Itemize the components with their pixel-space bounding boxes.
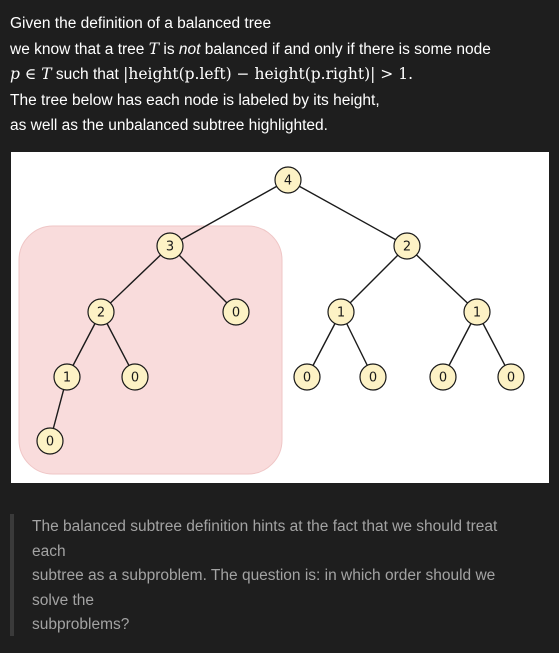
tree-node-label: 2 (403, 240, 411, 255)
tree-node-lr: 0 (222, 298, 250, 326)
tree-node-label: 0 (46, 435, 54, 450)
quote-line-3: subtree as a subproblem. The question is… (32, 567, 496, 584)
tree-node-rrr: 0 (497, 363, 525, 391)
tree-node-label: 0 (507, 371, 515, 386)
tree-node-label: 1 (63, 371, 71, 386)
quote-line-4: solve the (32, 591, 95, 609)
intro-line-2-post: balanced if and only if there is some no… (200, 40, 491, 58)
tree-node-r: 2 (393, 232, 421, 260)
tree-node-label: 0 (232, 306, 240, 321)
tree-edge-r-rr (406, 245, 478, 313)
math-p-in-t: p ∈ T (10, 65, 52, 83)
tree-edge-root-r (287, 179, 408, 247)
tree-node-label: 0 (303, 371, 311, 386)
tree-node-rl: 1 (327, 298, 355, 326)
tree-node-llll: 0 (36, 427, 64, 455)
tree-diagram: 4 3 2 2 0 1 1 1 0 0 0 0 0 0 (18, 166, 525, 475)
intro-line-5: as well as the unbalanced subtree highli… (10, 117, 328, 134)
quote-line-1: The balanced subtree definition hints at… (32, 518, 498, 535)
tree-node-rr: 1 (463, 298, 491, 326)
tree-node-rrl: 0 (429, 363, 457, 391)
tree-node-label: 0 (369, 371, 377, 386)
intro-line-4: The tree below has each node is labeled … (10, 91, 380, 109)
tree-node-label: 1 (473, 306, 481, 321)
blockquote: The balanced subtree definition hints at… (10, 514, 554, 636)
intro-line-2-mid: is (159, 40, 179, 58)
intro-line-3-text: such that (51, 66, 124, 83)
quote-line-5: subproblems? (32, 616, 130, 633)
tree-node-label: 2 (97, 306, 105, 321)
intro-line-1: Given the definition of a balanced tree (10, 15, 272, 32)
quote-line-2: each (32, 542, 66, 560)
tree-node-label: 1 (337, 306, 345, 321)
tree-node-label: 0 (439, 371, 447, 386)
tree-figure: 4 3 2 2 0 1 1 1 0 0 0 0 0 0 (11, 152, 549, 483)
tree-node-label: 3 (166, 240, 174, 255)
intro-line-2-pre: we know that a tree (10, 40, 149, 58)
tree-node-label: 0 (131, 371, 139, 386)
tree-node-l: 3 (156, 232, 184, 260)
math-height-formula: |height(p.left) − height(p.right)| > 1. (123, 65, 414, 83)
blockquote-text: The balanced subtree definition hints at… (32, 515, 537, 638)
tree-node-rll: 0 (293, 363, 321, 391)
tree-node-label: 4 (284, 174, 292, 189)
intro-line-2: we know that a tree T is not balanced if… (10, 37, 550, 63)
emphasis-not: not (178, 40, 201, 58)
intro-text: Given the definition of a balanced tree … (10, 11, 550, 139)
tree-node-root: 4 (274, 166, 302, 194)
tree-edge-r-rl (340, 245, 408, 313)
tree-node-llr: 0 (121, 363, 149, 391)
tree-node-rlr: 0 (359, 363, 387, 391)
intro-line-3: p ∈ T such that |height(p.left) − height… (10, 62, 550, 88)
tree-node-lll: 1 (53, 363, 81, 391)
math-var-t: T (148, 39, 160, 58)
tree-node-ll: 2 (87, 298, 115, 326)
